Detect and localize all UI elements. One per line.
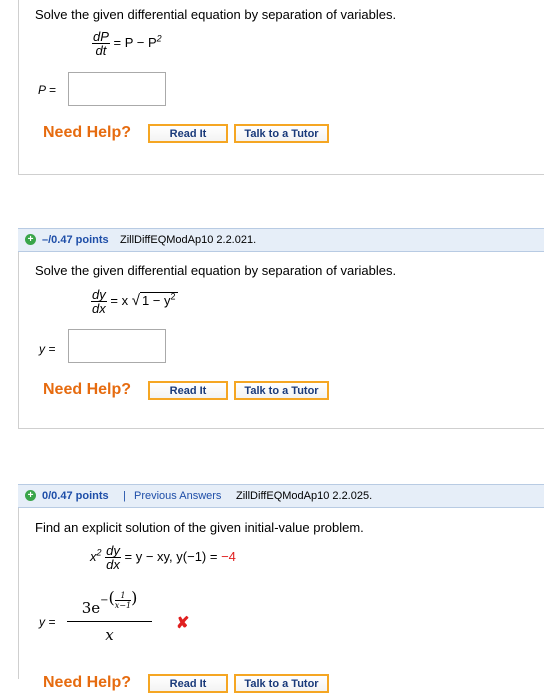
- problem-1-card: Solve the given differential equation by…: [18, 0, 544, 175]
- problem-3-prompt: Find an explicit solution of the given i…: [35, 520, 364, 535]
- previous-answers-link[interactable]: Previous Answers: [134, 490, 221, 502]
- sqrt-icon: √: [131, 291, 140, 309]
- derivative-fraction: dy dx: [105, 543, 121, 572]
- need-help-label: Need Help?: [43, 381, 132, 398]
- read-it-button[interactable]: Read It: [148, 381, 228, 400]
- problem-3-header: + 0/0.47 points | Previous Answers ZillD…: [18, 484, 544, 508]
- answer-label: y =: [39, 615, 56, 629]
- header-separator: |: [123, 490, 126, 502]
- read-it-button[interactable]: Read It: [148, 674, 228, 693]
- talk-to-tutor-button[interactable]: Talk to a Tutor: [234, 674, 329, 693]
- need-help-label: Need Help?: [43, 124, 132, 141]
- derivative-fraction: dy dx: [91, 287, 107, 316]
- problem-1-prompt: Solve the given differential equation by…: [35, 7, 397, 22]
- answer-input[interactable]: [68, 329, 166, 363]
- problem-1-equation: dP dt = P − P2: [92, 29, 162, 58]
- points-label: 0/0.47 points: [42, 490, 109, 502]
- problem-2-prompt: Solve the given differential equation by…: [35, 263, 397, 278]
- read-it-button[interactable]: Read It: [148, 124, 228, 143]
- incorrect-x-icon: ✘: [176, 615, 190, 632]
- answer-input[interactable]: [68, 72, 166, 106]
- problem-code: ZillDiffEQModAp10 2.2.021.: [120, 234, 257, 246]
- problem-2-header: + –/0.47 points ZillDiffEQModAp10 2.2.02…: [18, 228, 544, 252]
- talk-to-tutor-button[interactable]: Talk to a Tutor: [234, 124, 329, 143]
- answer-label: y =: [39, 342, 56, 356]
- expand-plus-icon[interactable]: +: [25, 234, 36, 245]
- problem-3-card: Find an explicit solution of the given i…: [18, 508, 544, 693]
- expand-plus-icon[interactable]: +: [25, 490, 36, 501]
- need-help-label: Need Help?: [43, 674, 132, 691]
- points-label: –/0.47 points: [42, 234, 109, 246]
- submitted-answer: 3e−(1 x−1) x: [67, 588, 152, 644]
- initial-value-highlight: −4: [221, 548, 236, 564]
- problem-2-card: Solve the given differential equation by…: [18, 252, 544, 429]
- exponent: −(1 x−1): [100, 588, 138, 610]
- answer-label: P =: [38, 83, 56, 97]
- derivative-fraction: dP dt: [92, 29, 110, 58]
- problem-code: ZillDiffEQModAp10 2.2.025.: [236, 490, 373, 502]
- sqrt-radicand: 1 − y2: [139, 291, 178, 308]
- talk-to-tutor-button[interactable]: Talk to a Tutor: [234, 381, 329, 400]
- problem-3-equation: x2 dy dx = y − xy, y(−1) = −4: [90, 543, 236, 572]
- problem-2-equation: dy dx = x √ 1 − y2: [91, 287, 178, 316]
